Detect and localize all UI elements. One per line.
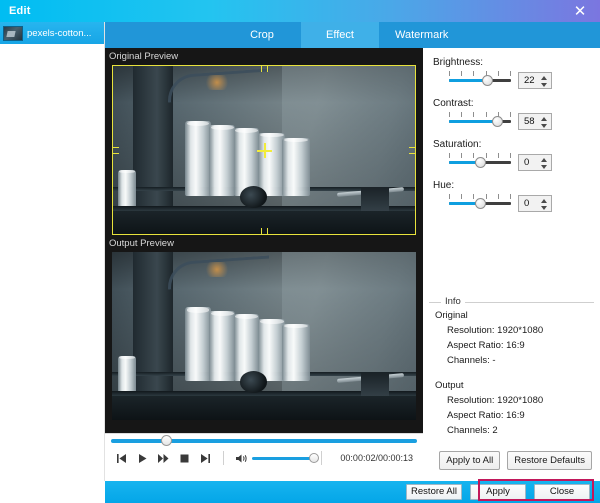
preview-column: Original Preview Output Preview xyxy=(105,48,423,433)
tab-bar: Crop Effect Watermark xyxy=(105,22,600,48)
play-icon[interactable] xyxy=(132,448,153,468)
info-output-resolution: Resolution: 1920*1080 xyxy=(447,395,544,406)
info-box: Info Original Resolution: 1920*1080 Aspe… xyxy=(423,296,600,436)
brightness-control: Brightness: 22 xyxy=(423,57,600,89)
saturation-stepper-arrows[interactable] xyxy=(539,156,548,171)
original-preview-wrapper xyxy=(112,65,416,235)
contrast-value: 58 xyxy=(524,115,535,127)
close-button[interactable]: Close xyxy=(534,484,590,500)
contrast-control: Contrast: 58 xyxy=(423,98,600,130)
hue-slider[interactable] xyxy=(449,194,511,212)
file-name-label: pexels-cotton... xyxy=(27,27,92,39)
brightness-label: Brightness: xyxy=(433,57,484,68)
output-preview-label: Output Preview xyxy=(109,238,174,249)
file-sidebar: pexels-cotton... xyxy=(0,22,105,481)
saturation-value: 0 xyxy=(524,156,530,168)
info-original-aspect-ratio: Aspect Ratio: 16:9 xyxy=(447,340,525,351)
brightness-value: 22 xyxy=(524,74,535,86)
hue-stepper[interactable]: 0 xyxy=(518,194,552,212)
hue-stepper-arrows[interactable] xyxy=(539,197,548,212)
tab-effect[interactable]: Effect xyxy=(301,22,379,48)
hue-label: Hue: xyxy=(433,180,455,191)
info-output-heading: Output xyxy=(435,380,464,391)
brightness-stepper-arrows[interactable] xyxy=(539,74,548,89)
control-divider xyxy=(223,451,224,465)
tab-watermark[interactable]: Watermark xyxy=(379,22,464,48)
contrast-slider[interactable] xyxy=(449,112,511,130)
info-original-channels: Channels: - xyxy=(447,355,496,366)
time-divider xyxy=(321,451,322,465)
info-legend-label: Info xyxy=(441,296,465,307)
fast-forward-icon[interactable] xyxy=(153,448,174,468)
contrast-label: Contrast: xyxy=(433,98,474,109)
tab-bar-spacer xyxy=(105,22,223,48)
apply-button[interactable]: Apply xyxy=(470,484,526,500)
video-still-output xyxy=(112,252,416,420)
seek-slider[interactable] xyxy=(111,435,417,446)
action-bar: Restore All Apply Close xyxy=(105,481,600,503)
brightness-slider[interactable] xyxy=(449,71,511,89)
seek-row xyxy=(105,434,423,446)
contrast-stepper-arrows[interactable] xyxy=(539,115,548,130)
panel-button-row: Apply to All Restore Defaults xyxy=(423,451,600,470)
stop-icon[interactable] xyxy=(174,448,195,468)
video-still-original xyxy=(112,65,416,235)
info-original-heading: Original xyxy=(435,310,468,321)
skip-next-icon[interactable] xyxy=(195,448,216,468)
edit-dialog: Edit ✕ pexels-cotton... Crop Effect Wate… xyxy=(0,0,600,503)
time-display: 00:00:02/00:00:13 xyxy=(340,453,413,463)
close-icon[interactable]: ✕ xyxy=(560,0,600,22)
contrast-stepper[interactable]: 58 xyxy=(518,112,552,130)
info-output-aspect-ratio: Aspect Ratio: 16:9 xyxy=(447,410,525,421)
restore-defaults-button[interactable]: Restore Defaults xyxy=(507,451,592,470)
player-controls: 00:00:02/00:00:13 xyxy=(105,433,423,481)
original-video-frame[interactable] xyxy=(112,65,416,235)
hue-value: 0 xyxy=(524,197,530,209)
original-preview-label: Original Preview xyxy=(109,51,179,62)
bottom-bar-left-fill xyxy=(0,481,105,503)
info-output-channels: Channels: 2 xyxy=(447,425,498,436)
seek-handle[interactable] xyxy=(161,435,173,446)
tab-crop[interactable]: Crop xyxy=(223,22,301,48)
restore-all-button[interactable]: Restore All xyxy=(406,484,462,500)
hue-control: Hue: 0 xyxy=(423,180,600,212)
speaker-icon[interactable] xyxy=(231,448,252,468)
transport-row: 00:00:02/00:00:13 xyxy=(105,445,423,471)
saturation-stepper[interactable]: 0 xyxy=(518,153,552,171)
info-original-resolution: Resolution: 1920*1080 xyxy=(447,325,544,336)
info-legend: Info xyxy=(429,296,594,307)
effect-settings-panel: Brightness: 22 Contrast: 58 Saturation: … xyxy=(423,48,600,481)
list-item[interactable]: pexels-cotton... xyxy=(0,22,104,44)
title-bar: Edit ✕ xyxy=(0,0,600,22)
volume-slider[interactable] xyxy=(252,452,319,463)
window-title: Edit xyxy=(9,5,31,17)
volume-handle[interactable] xyxy=(309,452,319,463)
saturation-control: Saturation: 0 xyxy=(423,139,600,171)
apply-to-all-button[interactable]: Apply to All xyxy=(439,451,501,470)
brightness-stepper[interactable]: 22 xyxy=(518,71,552,89)
saturation-label: Saturation: xyxy=(433,139,482,150)
saturation-slider[interactable] xyxy=(449,153,511,171)
skip-previous-icon[interactable] xyxy=(111,448,132,468)
output-video-frame[interactable] xyxy=(112,252,416,420)
video-thumbnail-icon xyxy=(3,25,23,41)
output-preview-wrapper xyxy=(112,252,416,420)
